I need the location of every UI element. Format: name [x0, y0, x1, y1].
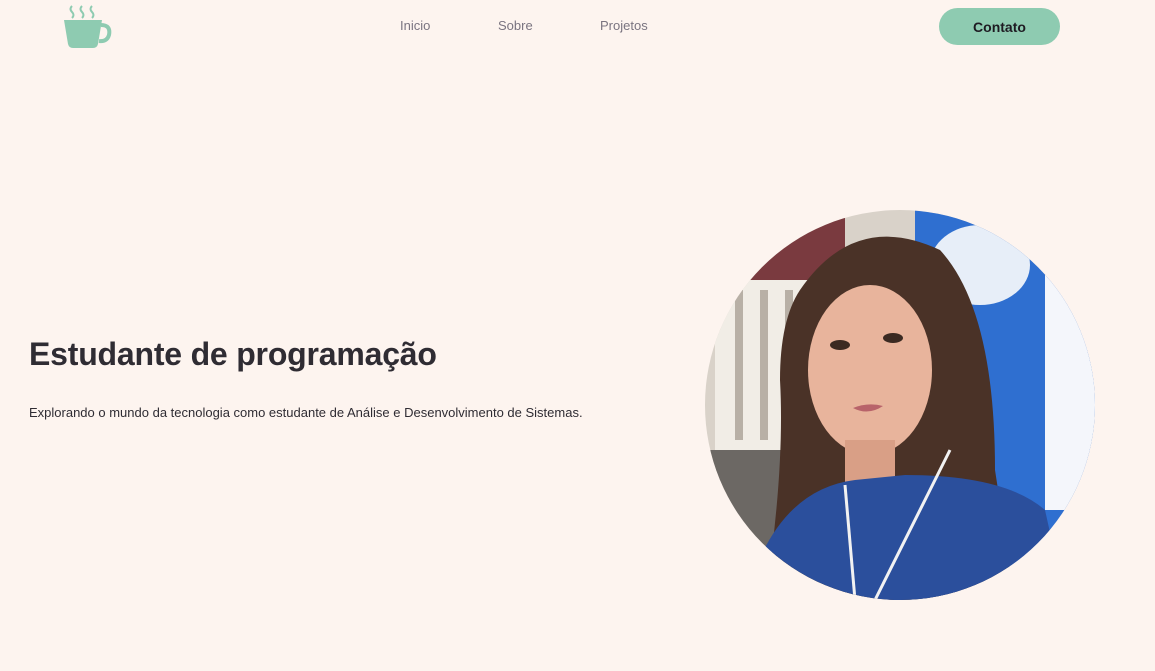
profile-photo — [705, 210, 1095, 600]
logo[interactable] — [62, 0, 112, 50]
nav-inicio[interactable]: Inicio — [400, 18, 430, 33]
profile-photo-image — [705, 210, 1095, 600]
nav-projetos[interactable]: Projetos — [600, 18, 648, 33]
hero-description: Explorando o mundo da tecnologia como es… — [29, 405, 583, 420]
page: Inicio Sobre Projetos Contato Estudante … — [0, 0, 1155, 671]
contact-button[interactable]: Contato — [939, 8, 1060, 45]
hero-title: Estudante de programação — [29, 336, 437, 372]
coffee-cup-icon — [64, 5, 112, 48]
nav-sobre[interactable]: Sobre — [498, 18, 533, 33]
